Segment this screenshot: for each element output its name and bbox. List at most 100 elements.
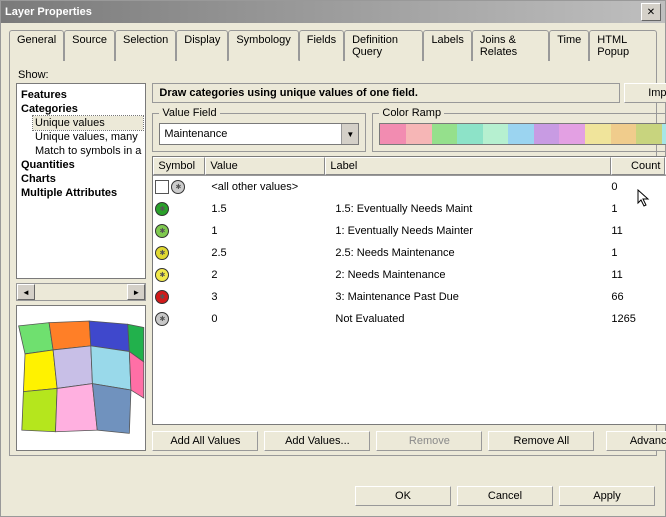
table-row[interactable]: ✱11: Eventually Needs Mainter11: [153, 220, 666, 242]
window-title: Layer Properties: [5, 6, 92, 18]
value-field-combo[interactable]: Maintenance ▼: [159, 123, 359, 145]
cell-label: 2.5: Needs Maintenance: [331, 247, 607, 259]
table-row[interactable]: ✱ 2.52.5: Needs Maintenance1: [153, 242, 666, 264]
value-field-legend: Value Field: [159, 107, 219, 119]
ok-button[interactable]: OK: [355, 486, 451, 506]
titlebar: Layer Properties ✕: [1, 1, 665, 23]
symbol-swatch-icon: ✱: [155, 246, 169, 260]
dialog-footer: OK Cancel Apply: [355, 486, 655, 506]
value-field-value: Maintenance: [160, 124, 341, 144]
advanced-button[interactable]: Advanced: [606, 431, 666, 451]
tab-html-popup[interactable]: HTML Popup: [589, 30, 657, 61]
table-row[interactable]: ✱33: Maintenance Past Due66: [153, 286, 666, 308]
dropdown-arrow-icon[interactable]: ▼: [341, 124, 358, 144]
apply-button[interactable]: Apply: [559, 486, 655, 506]
tab-symbology[interactable]: Symbology: [228, 30, 298, 61]
ramp-stop: [534, 124, 560, 144]
tab-labels[interactable]: Labels: [423, 30, 471, 61]
table-row[interactable]: ✱22: Needs Maintenance11: [153, 264, 666, 286]
scroll-left-icon[interactable]: ◄: [17, 284, 35, 300]
tab-fields[interactable]: Fields: [299, 30, 344, 61]
symbol-swatch-icon: ✱: [155, 312, 169, 326]
header-symbol[interactable]: Symbol: [153, 157, 205, 175]
tab-general[interactable]: General: [9, 30, 64, 61]
table-row[interactable]: ✱<all other values>0: [153, 176, 666, 198]
tab-strip: GeneralSourceSelectionDisplaySymbologyFi…: [9, 29, 657, 60]
cell-count: 1265: [607, 313, 665, 325]
values-grid[interactable]: Symbol Value Label Count ✱<all other val…: [152, 156, 666, 425]
cell-value: 2: [207, 269, 331, 281]
tree-features[interactable]: Features: [19, 88, 143, 102]
cell-count: 11: [607, 225, 665, 237]
fieldsets: Value Field Maintenance ▼ Color Ramp ▼: [152, 107, 666, 152]
symbol-swatch-icon: ✱: [171, 180, 185, 194]
scroll-right-icon[interactable]: ►: [127, 284, 145, 300]
tree-charts[interactable]: Charts: [19, 172, 143, 186]
tab-joins-relates[interactable]: Joins & Relates: [472, 30, 549, 61]
symbol-swatch-icon: ✱: [155, 202, 169, 216]
all-other-checkbox[interactable]: [155, 180, 169, 194]
tab-panel-symbology: Show: Features Categories Unique values …: [9, 60, 657, 456]
cell-label: 2: Needs Maintenance: [331, 269, 607, 281]
close-button[interactable]: ✕: [641, 3, 661, 21]
cell-label: 3: Maintenance Past Due: [331, 291, 607, 303]
map-preview: [16, 305, 146, 451]
ramp-stop: [662, 124, 666, 144]
right-column: Draw categories using unique values of o…: [152, 83, 666, 451]
grid-body: ✱<all other values>0✱1.51.5: Eventually …: [153, 176, 666, 424]
cell-count: 1: [607, 203, 665, 215]
show-label: Show:: [18, 69, 650, 81]
instruction-label: Draw categories using unique values of o…: [152, 83, 620, 103]
header-label[interactable]: Label: [325, 157, 611, 175]
ramp-stop: [559, 124, 585, 144]
tab-time[interactable]: Time: [549, 30, 589, 61]
cell-count: 0: [607, 181, 665, 193]
remove-all-button[interactable]: Remove All: [488, 431, 594, 451]
table-row[interactable]: ✱1.51.5: Eventually Needs Maint1: [153, 198, 666, 220]
client-area: GeneralSourceSelectionDisplaySymbologyFi…: [1, 23, 665, 464]
main-columns: Features Categories Unique values Unique…: [16, 83, 650, 451]
cell-value: 1: [207, 225, 331, 237]
tree-multiple-attributes[interactable]: Multiple Attributes: [19, 186, 143, 200]
tab-definition-query[interactable]: Definition Query: [344, 30, 423, 61]
import-button[interactable]: Import...: [624, 83, 666, 103]
cell-value: 1.5: [207, 203, 331, 215]
symbol-swatch-icon: ✱: [155, 224, 169, 238]
table-row[interactable]: ✱0Not Evaluated1265: [153, 308, 666, 330]
cell-count: 11: [607, 269, 665, 281]
add-all-values-button[interactable]: Add All Values: [152, 431, 258, 451]
grid-header: Symbol Value Label Count: [153, 157, 666, 176]
cell-count: 1: [607, 247, 665, 259]
color-ramp-group: Color Ramp ▼: [372, 107, 666, 152]
tree-categories[interactable]: Categories: [19, 102, 143, 116]
cell-value: 2.5: [207, 247, 331, 259]
ramp-stop: [585, 124, 611, 144]
left-column: Features Categories Unique values Unique…: [16, 83, 146, 451]
tab-selection[interactable]: Selection: [115, 30, 176, 61]
ramp-stop: [508, 124, 534, 144]
tree-quantities[interactable]: Quantities: [19, 158, 143, 172]
tree-unique-values[interactable]: Unique values: [33, 116, 143, 130]
tab-display[interactable]: Display: [176, 30, 228, 61]
tree-hscrollbar[interactable]: ◄ ►: [16, 283, 146, 301]
grid-area: Symbol Value Label Count ✱<all other val…: [152, 156, 666, 425]
tab-source[interactable]: Source: [64, 30, 115, 61]
tree-match-symbols[interactable]: Match to symbols in a: [33, 144, 143, 158]
value-field-group: Value Field Maintenance ▼: [152, 107, 366, 152]
ramp-stop: [432, 124, 458, 144]
cell-value: 3: [207, 291, 331, 303]
layer-properties-window: Layer Properties ✕ GeneralSourceSelectio…: [0, 0, 666, 517]
cancel-button[interactable]: Cancel: [457, 486, 553, 506]
symbology-category-tree[interactable]: Features Categories Unique values Unique…: [16, 83, 146, 279]
header-value[interactable]: Value: [205, 157, 325, 175]
ramp-stop: [380, 124, 406, 144]
header-count[interactable]: Count: [611, 157, 665, 175]
add-values-button[interactable]: Add Values...: [264, 431, 370, 451]
ramp-stop: [457, 124, 483, 144]
remove-button[interactable]: Remove: [376, 431, 482, 451]
color-ramp-combo[interactable]: ▼: [379, 123, 666, 145]
symbol-swatch-icon: ✱: [155, 290, 169, 304]
color-ramp-legend: Color Ramp: [379, 107, 444, 119]
tree-unique-values-many[interactable]: Unique values, many: [33, 130, 143, 144]
color-ramp-swatch: [380, 124, 666, 144]
